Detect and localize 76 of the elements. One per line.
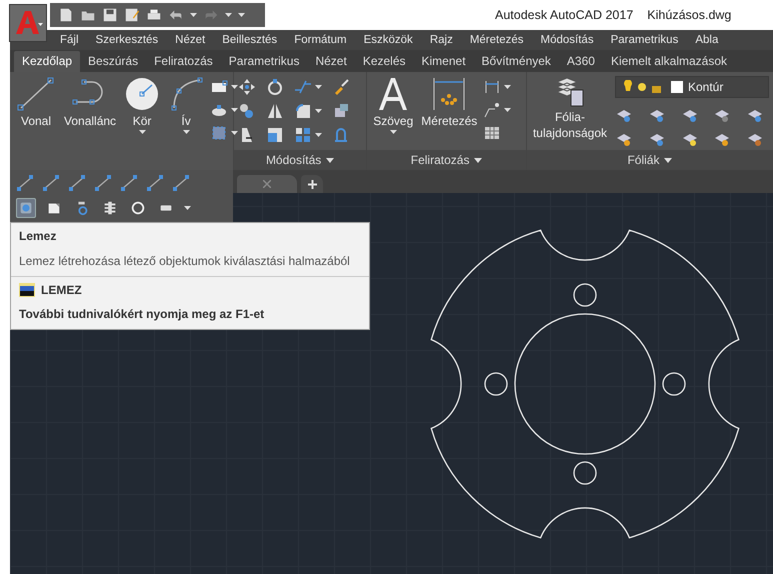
caret-icon — [231, 130, 238, 136]
command-line-icon — [19, 283, 35, 297]
annotation-tool-button[interactable]: Méretezés — [419, 76, 480, 150]
tooltip-title: Lemez — [19, 229, 58, 243]
draw-tool-button[interactable]: Ív — [166, 76, 206, 170]
plus-icon — [308, 180, 316, 188]
mirror-icon[interactable] — [266, 102, 284, 120]
caret-icon — [315, 84, 322, 90]
tooltip-description: Lemez létrehozása létező objektumok kiválasztási halmazából — [19, 254, 351, 268]
leader-icon[interactable] — [483, 101, 502, 119]
caret-icon — [138, 130, 146, 135]
copy-icon[interactable] — [238, 102, 256, 120]
menu-item[interactable]: Fájl — [60, 34, 79, 46]
draw-tool-button[interactable]: Vonal — [14, 76, 58, 170]
caret-icon — [504, 84, 512, 90]
caret-icon — [231, 108, 238, 112]
caret-icon — [390, 130, 397, 135]
command-name: LEMEZ — [41, 283, 82, 297]
ribbon-tab[interactable]: Kezelés — [354, 51, 414, 72]
menu-item[interactable]: Szerkesztés — [96, 34, 158, 46]
layer-properties-button[interactable]: Fólia- tulajdonságok — [530, 76, 609, 150]
annotation-tool-button[interactable]: Szöveg — [371, 76, 416, 150]
new-file-icon[interactable] — [58, 7, 74, 23]
line-icon[interactable] — [94, 174, 112, 192]
menu-item[interactable]: Beillesztés — [222, 34, 278, 46]
line-icon — [16, 76, 56, 112]
fillet-icon[interactable] — [294, 102, 312, 120]
redo-caret-icon — [225, 12, 232, 18]
menu-item[interactable]: Módosítás — [540, 34, 594, 46]
linear-dimension-icon[interactable] — [483, 78, 502, 96]
app-title: Autodesk AutoCAD 2017 — [495, 8, 634, 22]
caret-icon — [504, 108, 512, 112]
caret-icon — [231, 84, 238, 90]
caret-icon — [474, 158, 482, 162]
menu-item[interactable]: Parametrikus — [610, 34, 678, 46]
caret-icon — [315, 108, 322, 114]
caret-icon — [184, 206, 191, 210]
ribbon-tab[interactable]: Feliratozás — [146, 51, 221, 72]
array-icon[interactable] — [294, 126, 312, 144]
menu-item[interactable]: Nézet — [175, 34, 206, 46]
panel-title[interactable]: Módosítás — [234, 150, 366, 170]
save-as-icon[interactable] — [124, 7, 140, 23]
move-icon[interactable] — [238, 78, 256, 96]
caret-icon — [315, 132, 322, 138]
layer-dropdown[interactable]: Kontúr — [615, 76, 769, 98]
circle-icon — [124, 76, 160, 112]
ribbon-tab[interactable]: Kiemelt alkalmazások — [602, 51, 735, 72]
panel-title[interactable]: Feliratozás — [367, 150, 526, 170]
ribbon-tab[interactable]: Parametrikus — [220, 51, 308, 72]
panel-title[interactable]: Fóliák — [526, 150, 773, 170]
menu-item[interactable]: Rajz — [430, 34, 453, 46]
ribbon-tab[interactable]: A360 — [558, 51, 603, 72]
tooltip-help: További tudnivalókért nyomja meg az F1-et — [19, 307, 266, 321]
ribbon-tab[interactable]: Kezdőlap — [14, 51, 80, 72]
customize-caret-icon — [238, 12, 245, 18]
undo-caret-icon — [190, 12, 197, 18]
draw-tool-button[interactable]: Vonallánc — [62, 76, 118, 170]
menu-item[interactable]: Eszközök — [364, 34, 413, 46]
table-icon[interactable] — [483, 124, 502, 142]
ribbon-tab[interactable]: Kimenet — [414, 51, 474, 72]
save-icon[interactable] — [102, 7, 118, 23]
caret-icon — [326, 158, 334, 162]
menu-item[interactable]: Méretezés — [470, 34, 524, 46]
dimension-icon — [431, 76, 468, 112]
new-tab-button[interactable] — [301, 175, 323, 193]
draw-tool-button[interactable]: Kör — [122, 76, 162, 170]
caret-icon — [182, 130, 190, 135]
ribbon-tab[interactable]: Beszúrás — [80, 51, 146, 72]
ribbon-tab[interactable]: Nézet — [307, 51, 355, 72]
caret-icon — [664, 158, 672, 162]
menu-item[interactable]: Abla — [695, 34, 718, 46]
file-name: Kihúzásos.dwg — [647, 8, 732, 22]
rotate-icon[interactable] — [266, 78, 284, 96]
scale-icon[interactable] — [266, 126, 284, 144]
menu-item[interactable]: Formátum — [294, 34, 347, 46]
ribbon-tab[interactable]: Bővítmények — [474, 51, 559, 72]
